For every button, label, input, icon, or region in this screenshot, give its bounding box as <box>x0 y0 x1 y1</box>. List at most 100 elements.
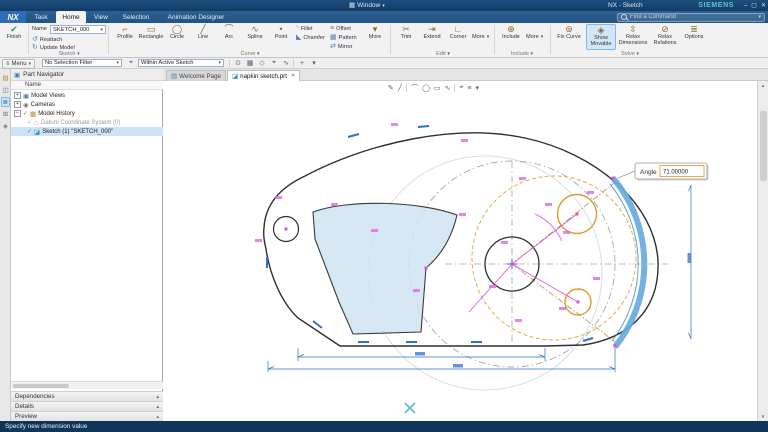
tree-item-cameras[interactable]: + ◉ Cameras <box>11 100 163 109</box>
angle-input-callout[interactable]: Angle 71.00000 <box>618 163 709 181</box>
show-movable-button[interactable]: ◈ Show Movable <box>586 24 616 50</box>
line-button[interactable]: ╱ Line <box>190 24 216 50</box>
fillet-button[interactable]: ◝ Fillet <box>296 25 313 33</box>
curve-group-label[interactable]: Curve ▾ <box>112 51 388 57</box>
scroll-down-arrow[interactable]: ▼ <box>758 412 768 421</box>
toolbar-separator <box>293 60 294 67</box>
ribbon-tab-band: NX Task Home View Selection Animation De… <box>0 11 768 23</box>
minimize-button[interactable]: – <box>744 2 747 10</box>
tab-napkin-sketch[interactable]: ◪ napkin sketch.prt ✕ <box>227 70 300 81</box>
profile-button[interactable]: ⌐ Profile <box>112 24 138 50</box>
relax-dimensions-button[interactable]: ⇳ Relax Dimensions <box>618 24 648 50</box>
tab-welcome-page[interactable]: ▤ Welcome Page <box>166 70 226 81</box>
dependencies-section[interactable]: Dependencies ▴ <box>11 391 163 401</box>
maximize-button[interactable]: ▢ <box>751 2 757 10</box>
model-views-icon: ▣ <box>23 92 29 100</box>
pattern-button[interactable]: ▦ Pattern <box>330 34 357 42</box>
sketch-group-label[interactable]: Sketch ▾ <box>32 51 106 57</box>
create-inferred-icon[interactable]: + <box>297 59 307 67</box>
assembly-navigator-icon[interactable]: ▤ <box>1 73 10 83</box>
chevron-up-icon: ▴ <box>156 414 159 420</box>
point-filter-icon[interactable]: ⌖ <box>269 59 279 67</box>
chamfer-button[interactable]: ◣ Chamfer <box>296 34 325 42</box>
part-navigator-header[interactable]: ▣ Part Navigator <box>11 69 163 81</box>
name-column-header[interactable]: Name <box>11 81 163 90</box>
fix-curve-button[interactable]: ⊚ Fix Curve <box>554 24 584 50</box>
grid-display-icon[interactable]: ▦ <box>245 59 255 67</box>
include-group-label[interactable]: Include ▾ <box>498 51 546 57</box>
solve-group-label[interactable]: Solve ▾ <box>554 51 706 57</box>
tab-selection[interactable]: Selection <box>116 11 156 23</box>
history-palette-icon[interactable]: ◈ <box>1 121 10 131</box>
close-button[interactable]: ✕ <box>761 2 766 10</box>
datum-csys-icon: ◇ <box>34 119 39 127</box>
circle-button[interactable]: ◯ Circle <box>164 24 190 50</box>
close-tab-icon[interactable]: ✕ <box>291 73 295 79</box>
expand-icon[interactable]: + <box>14 92 21 99</box>
preview-section[interactable]: Preview ▴ <box>11 411 163 421</box>
point-button[interactable]: • Point <box>268 24 294 50</box>
reuse-library-icon[interactable]: ⊞ <box>1 109 10 119</box>
selection-filter-combo[interactable]: No Selection Filter ▾ <box>42 59 122 67</box>
magenta-radial-line[interactable] <box>512 264 578 302</box>
origin-marker[interactable] <box>405 403 415 413</box>
include-more-button[interactable]: More ▾ <box>526 34 543 40</box>
dimension-value-mark[interactable] <box>688 253 692 263</box>
sketch-name-combo[interactable]: SKETCH_000 ▾ <box>50 25 106 34</box>
tree-item-model-history[interactable]: − ✓ ▦ Model History <box>11 109 163 118</box>
options-button[interactable]: ≣ Options <box>682 24 706 50</box>
window-menu[interactable]: ▦ Window ▾ <box>349 2 385 10</box>
command-search[interactable]: ▾ <box>617 13 765 22</box>
datum-filter-icon[interactable]: ◇ <box>257 59 267 67</box>
tab-task[interactable]: Task <box>28 11 54 23</box>
shaded-sketch-region[interactable] <box>313 203 457 334</box>
include-button[interactable]: ⊕ Include <box>498 24 524 50</box>
relax-relations-button[interactable]: ⊘ Relax Relations <box>650 24 680 50</box>
reference-circle-orange-dashed[interactable] <box>472 176 636 340</box>
curve-filter-icon[interactable]: ∿ <box>281 59 291 67</box>
tree-item-datum-csys[interactable]: ✓ ◇ Datum Coordinate System (0) <box>11 118 163 127</box>
part-navigator-icon[interactable]: ≣ <box>1 97 10 107</box>
details-section[interactable]: Details ▴ <box>11 401 163 411</box>
scrollbar-thumb[interactable] <box>760 111 767 181</box>
dimension-value-mark[interactable] <box>415 352 425 356</box>
selected-arc-highlight[interactable] <box>613 178 644 347</box>
dimension-value-mark[interactable] <box>453 364 463 368</box>
tree-item-model-views[interactable]: + ▣ Model Views <box>11 91 163 100</box>
menu-button[interactable]: ≡ Menu ▾ <box>2 59 35 69</box>
tab-animation-designer[interactable]: Animation Designer <box>158 11 234 23</box>
tree-item-sketch[interactable]: ✓ ◪ Sketch (1) "SKETCH_000" <box>11 127 163 136</box>
more-filters-icon[interactable]: ▾ <box>309 59 319 67</box>
curve-more-button[interactable]: ▾ More <box>364 24 386 50</box>
scroll-up-arrow[interactable]: ▲ <box>758 81 768 90</box>
tab-home[interactable]: Home <box>56 11 86 23</box>
rectangle-button[interactable]: ▭ Rectangle <box>138 24 164 50</box>
selection-target-icon[interactable]: ⌖ <box>126 59 136 67</box>
nx-logo[interactable]: NX <box>0 11 26 23</box>
extend-button[interactable]: ⇥ Extend <box>420 24 444 50</box>
trim-button[interactable]: ✂ Trim <box>394 24 418 50</box>
tab-view[interactable]: View <box>88 11 114 23</box>
sketch-drawing[interactable]: Angle 71.00000 <box>163 81 757 421</box>
reattach-button[interactable]: ↺ Reattach <box>32 36 62 44</box>
navigator-horizontal-scrollbar[interactable] <box>11 381 163 389</box>
snap-point-icon[interactable]: ⊙ <box>233 59 243 67</box>
corner-button[interactable]: ∟ Corner <box>446 24 470 50</box>
collapse-icon[interactable]: − <box>14 110 21 117</box>
search-dropdown-icon[interactable]: ▾ <box>758 14 761 20</box>
offset-button[interactable]: ≡ Offset <box>330 25 351 33</box>
scrollbar-thumb[interactable] <box>13 384 69 389</box>
constraint-navigator-icon[interactable]: ◫ <box>1 85 10 95</box>
graphics-window[interactable]: ✎ ╱ ⌒ ◯ ▭ ∿ ⌖ ≡ ▾ <box>163 81 757 421</box>
search-input[interactable] <box>630 14 755 20</box>
spline-button[interactable]: ∿ Spline <box>242 24 268 50</box>
check-icon: ✓ <box>27 128 32 135</box>
canvas-vertical-scrollbar[interactable]: ▲ ▼ <box>757 81 768 421</box>
arc-button[interactable]: ⌒ Arc <box>216 24 242 50</box>
selection-scope-combo[interactable]: Within Active Sketch ▾ <box>138 59 224 67</box>
edit-group-label[interactable]: Edit ▾ <box>394 51 492 57</box>
finish-sketch-button[interactable]: ✔ Finish <box>2 24 26 50</box>
expand-icon[interactable]: + <box>14 101 21 108</box>
edit-more-button[interactable]: More ▾ <box>472 34 489 40</box>
angle-value[interactable]: 71.00000 <box>663 170 689 176</box>
